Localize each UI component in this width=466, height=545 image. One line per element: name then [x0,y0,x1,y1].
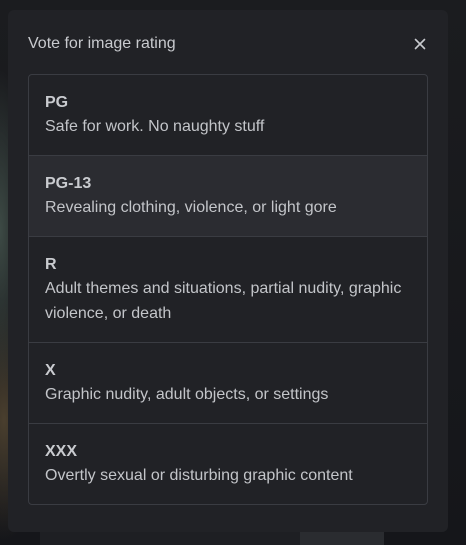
rating-option-name: PG [45,94,69,111]
close-icon [414,38,426,50]
rating-option-name: PG-13 [45,175,92,192]
background-thumbnail-edge [300,532,384,545]
background-image-edge [40,532,300,545]
modal-header: Vote for image rating [28,34,432,54]
rating-option-description: Revealing clothing, violence, or light g… [45,199,337,216]
rating-option-name: R [45,256,57,273]
rating-option-description: Overtly sexual or disturbing graphic con… [45,467,353,484]
rating-option-r[interactable]: R Adult themes and situations, partial n… [29,237,427,343]
rating-option-xxx[interactable]: XXX Overtly sexual or disturbing graphic… [29,424,427,504]
rating-option-name: XXX [45,443,78,460]
modal-title: Vote for image rating [28,35,176,52]
rating-option-pg-13[interactable]: PG-13 Revealing clothing, violence, or l… [29,156,427,237]
rating-option-x[interactable]: X Graphic nudity, adult objects, or sett… [29,343,427,424]
rating-option-name: X [45,362,56,379]
rating-vote-modal: Vote for image rating PG Safe for work. … [8,10,448,532]
rating-options-list: PG Safe for work. No naughty stuff PG-13… [28,74,428,505]
rating-option-description: Adult themes and situations, partial nud… [45,280,402,322]
rating-option-description: Graphic nudity, adult objects, or settin… [45,386,329,403]
rating-option-description: Safe for work. No naughty stuff [45,118,265,135]
close-button[interactable] [410,34,430,54]
rating-option-pg[interactable]: PG Safe for work. No naughty stuff [29,75,427,156]
